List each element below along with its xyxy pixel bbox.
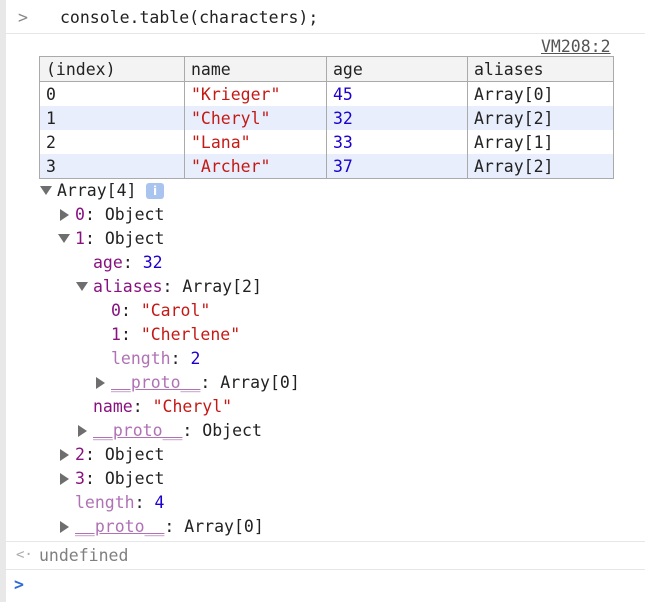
cell-name: "Krieger"	[184, 81, 327, 106]
cell-index: 3	[39, 154, 185, 179]
table-row: 2 "Lana" 33 Array[1]	[39, 130, 614, 154]
tree-node[interactable]: 3: Object	[75, 469, 164, 489]
tree-property: 0: "Carol"	[111, 301, 211, 320]
cell-index: 1	[39, 106, 185, 130]
collapsed-triangle-icon[interactable]	[60, 449, 69, 461]
expand-triangle-icon[interactable]	[40, 186, 52, 195]
tree-node[interactable]: aliases: Array[2]	[93, 277, 262, 297]
cell-index: 0	[39, 81, 185, 106]
table-row: 3 "Archer" 37 Array[2]	[39, 154, 614, 179]
cell-age: 37	[326, 154, 468, 179]
cell-name: "Archer"	[184, 154, 327, 179]
tree-node[interactable]: 2: Object	[75, 445, 164, 465]
expand-triangle-icon[interactable]	[76, 282, 88, 291]
console-input[interactable]	[39, 574, 629, 596]
column-header-age[interactable]: age	[326, 56, 468, 82]
cell-age: 33	[326, 130, 468, 154]
cell-index: 2	[39, 130, 185, 154]
cell-age: 32	[326, 106, 468, 130]
tree-node[interactable]: __proto__: Array[0]	[111, 373, 300, 393]
table-row: 0 "Krieger" 45 Array[0]	[39, 81, 614, 106]
command-text: console.table(characters);	[60, 8, 319, 27]
tree-property: 1: "Cherlene"	[111, 325, 241, 344]
tree-node[interactable]: 0: Object	[75, 205, 164, 225]
column-header-aliases[interactable]: aliases	[467, 56, 614, 82]
collapsed-triangle-icon[interactable]	[60, 209, 69, 221]
tree-node[interactable]: __proto__: Object	[93, 421, 262, 441]
tree-node[interactable]: __proto__: Array[0]	[75, 517, 264, 537]
tree-property: length: 4	[75, 493, 165, 512]
command-prompt-icon: >	[18, 8, 28, 27]
divider	[6, 541, 645, 542]
console-table: (index) name age aliases 0 "Krieger" 45 …	[39, 56, 614, 179]
collapsed-triangle-icon[interactable]	[78, 425, 87, 437]
tree-property: name: "Cheryl"	[93, 397, 233, 416]
tree-node[interactable]: 1: Object	[75, 229, 164, 249]
column-header-name[interactable]: name	[184, 56, 327, 82]
divider	[6, 569, 645, 570]
tree-root-label[interactable]: Array[4]	[57, 181, 136, 201]
collapsed-triangle-icon[interactable]	[60, 473, 69, 485]
collapsed-triangle-icon[interactable]	[96, 377, 105, 389]
cell-age: 45	[326, 81, 468, 106]
cell-aliases: Array[1]	[467, 130, 614, 154]
expand-triangle-icon[interactable]	[58, 234, 70, 243]
source-link[interactable]: VM208:2	[541, 37, 611, 57]
table-row: 1 "Cheryl" 32 Array[2]	[39, 106, 614, 130]
tree-property: age: 32	[93, 253, 163, 272]
console-input-prompt-icon[interactable]: >	[14, 575, 24, 594]
tree-property: length: 2	[111, 349, 201, 368]
cell-name: "Cheryl"	[184, 106, 327, 130]
cell-aliases: Array[2]	[467, 154, 614, 179]
cell-aliases: Array[0]	[467, 81, 614, 106]
table-header-row: (index) name age aliases	[39, 56, 614, 82]
collapsed-triangle-icon[interactable]	[60, 521, 69, 533]
return-value: undefined	[39, 546, 129, 565]
cell-aliases: Array[2]	[467, 106, 614, 130]
info-icon[interactable]: i	[146, 183, 164, 199]
cell-name: "Lana"	[184, 130, 327, 154]
console-gutter	[0, 0, 6, 602]
divider	[6, 33, 645, 34]
column-header-index[interactable]: (index)	[39, 56, 185, 82]
return-value-icon: <·	[16, 547, 33, 563]
